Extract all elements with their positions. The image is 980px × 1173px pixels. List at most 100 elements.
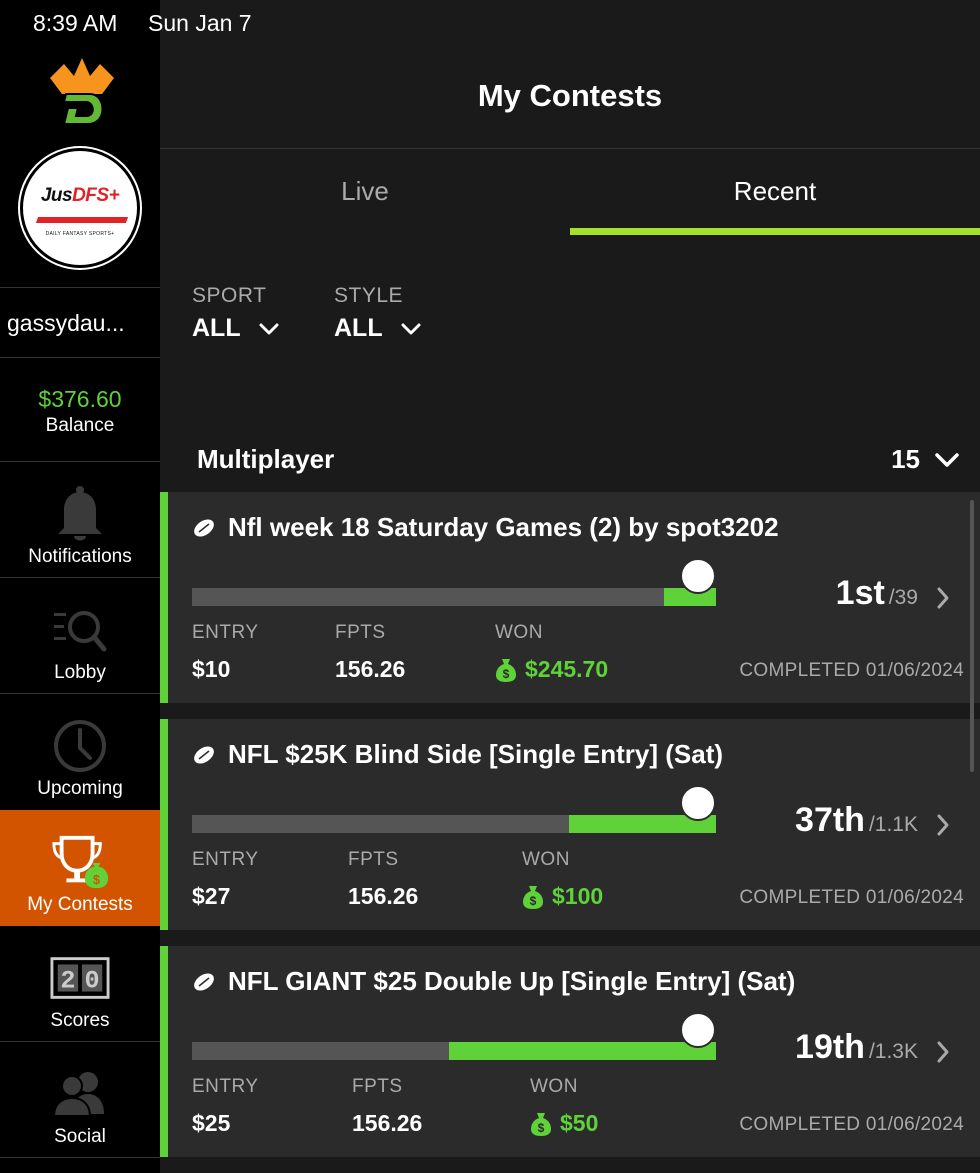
chevron-right-icon[interactable] (936, 1040, 950, 1064)
card-accent (160, 492, 168, 703)
nav-notifications[interactable]: Notifications (0, 462, 160, 578)
active-tab-indicator (570, 228, 980, 235)
nav-label: Scores (50, 1010, 110, 1031)
lobby-search-icon (50, 600, 110, 660)
entry-value: $25 (192, 1110, 231, 1136)
style-filter-value: ALL (334, 314, 383, 342)
avatar-subtitle: DAILY FANTASY SPORTS+ (45, 231, 115, 237)
avatar-bar (35, 217, 129, 223)
contest-card[interactable]: Nfl week 18 Saturday Games (2) by spot32… (160, 492, 980, 703)
people-icon (50, 1064, 110, 1124)
section-title: Multiplayer (197, 444, 335, 474)
football-icon (194, 518, 214, 537)
nav-social[interactable]: Social (0, 1042, 160, 1158)
won-label: WON (530, 1076, 578, 1097)
progress-knob (680, 1012, 716, 1048)
style-filter[interactable]: STYLE ALL (334, 284, 421, 343)
svg-text:$: $ (93, 873, 100, 887)
tab-recent[interactable]: Recent (570, 176, 980, 207)
fpts-label: FPTS (335, 622, 386, 643)
money-bag-icon: $ (531, 1112, 551, 1136)
bell-icon (50, 484, 110, 544)
football-icon (194, 745, 214, 764)
won-value: $245.70 (525, 656, 609, 682)
avatar-title: JusDFS+ (40, 185, 120, 206)
money-bag-icon: $ (523, 885, 543, 909)
page-title: My Contests (477, 78, 663, 113)
chevron-down-icon (259, 323, 279, 334)
placement: 19th /1.3K (795, 1028, 918, 1067)
contest-title: Nfl week 18 Saturday Games (2) by spot32… (228, 512, 779, 542)
chevron-right-icon[interactable] (936, 813, 950, 837)
fpts-value: 156.26 (335, 656, 406, 682)
placement: 1st /39 (836, 574, 918, 613)
card-accent (160, 719, 168, 930)
entry-label: ENTRY (192, 622, 259, 643)
scrollbar[interactable] (970, 500, 974, 772)
completed-date: COMPLETED 01/06/2024 (739, 887, 964, 908)
total-entries: /1.3K (868, 1040, 918, 1063)
svg-text:$: $ (538, 1121, 545, 1135)
balance-amount: $376.60 (38, 386, 122, 412)
total-entries: /39 (888, 586, 918, 609)
nav-scores[interactable]: 2 0 Scores (0, 926, 160, 1042)
status-time: 8:39 AM (33, 10, 118, 36)
svg-text:$: $ (530, 894, 537, 908)
contest-card[interactable]: NFL $25K Blind Side [Single Entry] (Sat)… (160, 719, 980, 930)
entry-value: $10 (192, 656, 231, 682)
nav-upcoming[interactable]: Upcoming (0, 694, 160, 810)
contest-card[interactable]: NFL GIANT $25 Double Up [Single Entry] (… (160, 946, 980, 1157)
scoreboard-icon: 2 0 (50, 948, 110, 1008)
nav-lobby[interactable]: Lobby (0, 578, 160, 694)
sport-filter-label: SPORT (192, 284, 267, 307)
status-date: Sun Jan 7 (148, 10, 252, 36)
svg-text:0: 0 (85, 967, 100, 996)
won-label: WON (522, 849, 570, 870)
progress-fill (448, 1042, 716, 1060)
card-accent (160, 946, 168, 1157)
contest-title: NFL $25K Blind Side [Single Entry] (Sat) (228, 739, 724, 769)
total-entries: /1.1K (868, 813, 918, 836)
fpts-label: FPTS (348, 849, 399, 870)
fpts-value: 156.26 (348, 883, 419, 909)
header-divider (160, 148, 980, 149)
nav-label: My Contests (27, 894, 133, 915)
tab-live[interactable]: Live (160, 176, 570, 207)
progress-track (192, 588, 716, 606)
chevron-right-icon[interactable] (936, 586, 950, 610)
chevron-down-icon (935, 452, 959, 467)
completed-date: COMPLETED 01/06/2024 (739, 1114, 964, 1135)
rank: 1st (835, 574, 885, 612)
svg-text:2: 2 (60, 967, 75, 996)
nav-my-contests[interactable]: $ My Contests (0, 810, 160, 926)
nav-label: Notifications (28, 546, 132, 567)
contest-title: NFL GIANT $25 Double Up [Single Entry] (… (228, 966, 796, 996)
progress-track (192, 1042, 716, 1060)
placement: 37th /1.1K (795, 801, 918, 840)
entry-label: ENTRY (192, 849, 259, 870)
main-content: My Contests Live Recent SPORT ALL STYLE … (160, 0, 980, 1173)
style-filter-label: STYLE (334, 284, 404, 307)
sport-filter[interactable]: SPORT ALL (192, 284, 279, 343)
fpts-label: FPTS (352, 1076, 403, 1097)
draftkings-logo-icon[interactable] (44, 54, 116, 128)
avatar[interactable]: JusDFS+ DAILY FANTASY SPORTS+ (20, 148, 140, 268)
section-count: 15 (891, 444, 920, 474)
entry-value: $27 (192, 883, 231, 909)
football-icon (194, 972, 214, 991)
sport-filter-value: ALL (192, 314, 241, 342)
divider (0, 1157, 160, 1158)
balance[interactable]: $376.60 Balance (0, 358, 160, 462)
progress-knob (680, 558, 716, 594)
nav-label: Lobby (54, 662, 106, 683)
balance-label: Balance (45, 415, 115, 436)
username[interactable]: gassydau... (0, 288, 160, 358)
rank: 37th (795, 801, 865, 839)
trophy-icon: $ (50, 832, 110, 892)
fpts-value: 156.26 (352, 1110, 423, 1136)
won-label: WON (495, 622, 543, 643)
entry-label: ENTRY (192, 1076, 259, 1097)
section-toggle[interactable]: 15 (891, 444, 960, 475)
progress-track (192, 815, 716, 833)
progress-knob (680, 785, 716, 821)
